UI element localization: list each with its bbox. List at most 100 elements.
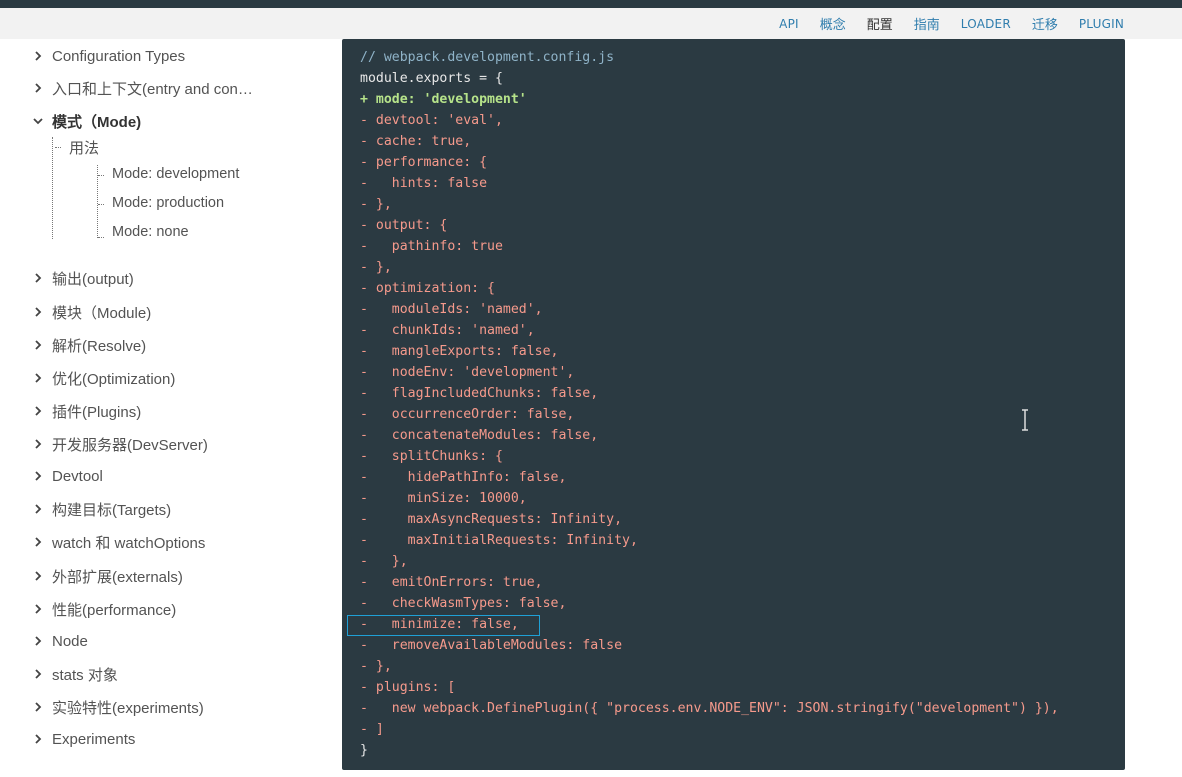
code-line: - plugins: [ [360, 680, 456, 695]
code-line: - occurrenceOrder: false, [360, 407, 575, 422]
sidebar-subitem-usage[interactable]: 用法 [69, 137, 99, 158]
sidebar-item-devserver[interactable]: 开发服务器(DevServer) [32, 433, 208, 455]
sidebar-item-label: 模式（Mode) [52, 113, 142, 131]
code-line: - hints: false [360, 176, 488, 191]
chevron-right-icon [32, 372, 44, 384]
sidebar-item-node[interactable]: Node [32, 630, 88, 652]
chevron-right-icon [32, 470, 44, 482]
sidebar-item-optimization[interactable]: 优化(Optimization) [32, 367, 175, 389]
code-block: // webpack.development.config.js module.e… [342, 39, 1125, 770]
tree-connector [52, 137, 53, 239]
nav-links: API 概念 配置 指南 LOADER 迁移 PLUGIN [758, 8, 1124, 39]
sidebar-item-label: 外部扩展(externals) [52, 568, 183, 586]
chevron-right-icon [32, 701, 44, 713]
code-line: - ] [360, 722, 384, 737]
sidebar-item-configuration-types[interactable]: Configuration Types [32, 45, 185, 67]
sidebar-subitem-mode-development[interactable]: Mode: development [112, 166, 239, 182]
code-line: module.exports = { [360, 71, 503, 86]
sidebar-item-targets[interactable]: 构建目标(Targets) [32, 498, 171, 520]
sidebar-item-resolve[interactable]: 解析(Resolve) [32, 334, 146, 356]
sidebar-item-experiments-cn[interactable]: 实验特性(experiments) [32, 696, 204, 718]
sidebar: Configuration Types 入口和上下文(entry and con… [0, 39, 330, 777]
nav-link-concepts[interactable]: 概念 [820, 14, 846, 33]
code-line: - devtool: 'eval', [360, 113, 503, 128]
chevron-right-icon [32, 438, 44, 450]
sidebar-item-output[interactable]: 输出(output) [32, 267, 134, 289]
nav-link-loaders[interactable]: LOADER [961, 17, 1011, 31]
nav-link-plugins[interactable]: PLUGIN [1079, 17, 1124, 31]
code-line: - optimization: { [360, 281, 495, 296]
chevron-right-icon [32, 635, 44, 647]
code-line: - }, [360, 659, 392, 674]
sidebar-item-label: 开发服务器(DevServer) [52, 436, 208, 454]
sidebar-item-externals[interactable]: 外部扩展(externals) [32, 565, 183, 587]
code-line: - moduleIds: 'named', [360, 302, 543, 317]
code-line: - cache: true, [360, 134, 472, 149]
sidebar-item-label: 构建目标(Targets) [52, 501, 172, 519]
sidebar-item-label: Node [52, 632, 88, 650]
sidebar-item-label: 模块（Module) [52, 304, 152, 322]
chevron-right-icon [32, 536, 44, 548]
code-line: - nodeEnv: 'development', [360, 365, 575, 380]
code-line: - checkWasmTypes: false, [360, 596, 567, 611]
chevron-right-icon [32, 570, 44, 582]
code-line: - minimize: false, [360, 617, 519, 632]
doc-navbar: API 概念 配置 指南 LOADER 迁移 PLUGIN [0, 8, 1182, 39]
nav-link-api[interactable]: API [779, 17, 799, 31]
code-line: - }, [360, 554, 408, 569]
sidebar-item-label: 实验特性(experiments) [52, 699, 204, 717]
sidebar-item-entry-context[interactable]: 入口和上下文(entry and con… [32, 77, 253, 99]
code-line: + mode: 'development' [360, 92, 527, 107]
sidebar-item-label: 插件(Plugins) [52, 403, 142, 421]
code-line: - pathinfo: true [360, 239, 503, 254]
code-line: // webpack.development.config.js [360, 50, 615, 65]
code-line: - flagIncludedChunks: false, [360, 386, 599, 401]
chevron-right-icon [32, 668, 44, 680]
tree-connector [98, 175, 104, 176]
tree-connector [55, 147, 61, 148]
sidebar-item-label: 解析(Resolve) [52, 337, 147, 355]
nav-link-configuration[interactable]: 配置 [867, 14, 893, 33]
code-line: - }, [360, 197, 392, 212]
top-header-bar [0, 0, 1182, 8]
sidebar-subitem-mode-production[interactable]: Mode: production [112, 195, 224, 211]
code-line: - chunkIds: 'named', [360, 323, 535, 338]
code-line: - output: { [360, 218, 448, 233]
sidebar-item-performance[interactable]: 性能(performance) [32, 598, 176, 620]
code-line: - minSize: 10000, [360, 491, 527, 506]
chevron-down-icon [32, 115, 44, 127]
code-line: - emitOnErrors: true, [360, 575, 543, 590]
sidebar-item-plugins[interactable]: 插件(Plugins) [32, 400, 141, 422]
code-line: - }, [360, 260, 392, 275]
chevron-right-icon [32, 733, 44, 745]
nav-link-migrate[interactable]: 迁移 [1032, 14, 1058, 33]
sidebar-item-label: Experiments [52, 730, 136, 748]
chevron-right-icon [32, 50, 44, 62]
sidebar-subitem-mode-none[interactable]: Mode: none [112, 224, 189, 240]
nav-link-guides[interactable]: 指南 [914, 14, 940, 33]
sidebar-item-watch[interactable]: watch 和 watchOptions [32, 531, 205, 553]
sidebar-item-module[interactable]: 模块（Module) [32, 301, 151, 323]
sidebar-item-stats[interactable]: stats 对象 [32, 663, 118, 685]
chevron-right-icon [32, 82, 44, 94]
code-line: - maxAsyncRequests: Infinity, [360, 512, 623, 527]
tree-connector [98, 204, 104, 205]
sidebar-item-label: Devtool [52, 467, 103, 485]
sidebar-item-label: 性能(performance) [52, 601, 177, 619]
code-line: - removeAvailableModules: false [360, 638, 623, 653]
sidebar-item-label: 输出(output) [52, 270, 134, 288]
code-line: - performance: { [360, 155, 488, 170]
code-line: - mangleExports: false, [360, 344, 559, 359]
sidebar-item-devtool[interactable]: Devtool [32, 465, 103, 487]
chevron-right-icon [32, 339, 44, 351]
chevron-right-icon [32, 272, 44, 284]
chevron-right-icon [32, 405, 44, 417]
chevron-right-icon [32, 306, 44, 318]
code-line: - new webpack.DefinePlugin({ "process.en… [360, 701, 1059, 716]
text-cursor-icon [1022, 409, 1028, 431]
sidebar-item-mode[interactable]: 模式（Mode) [32, 110, 141, 132]
sidebar-item-label: 优化(Optimization) [52, 370, 176, 388]
code-line: - maxInitialRequests: Infinity, [360, 533, 638, 548]
chevron-right-icon [32, 503, 44, 515]
sidebar-item-experiments[interactable]: Experiments [32, 728, 135, 750]
